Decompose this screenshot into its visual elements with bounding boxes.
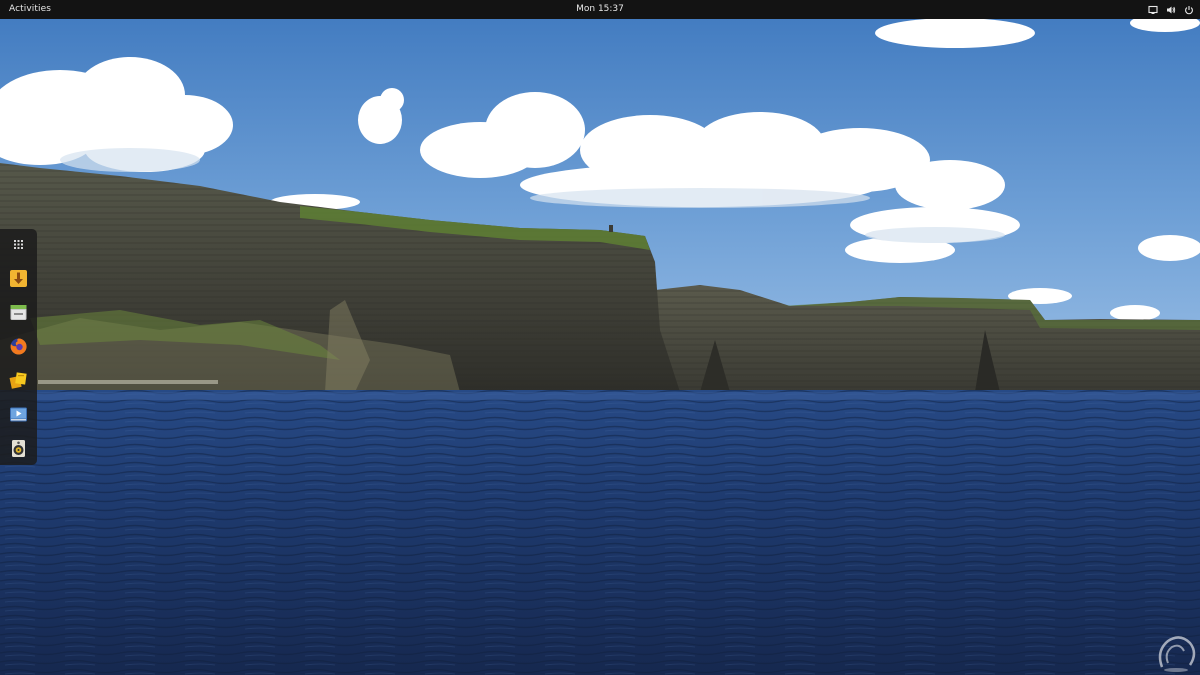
wallpaper-cliffs-of-moher xyxy=(0,0,1200,675)
video-player-icon xyxy=(10,407,27,422)
top-bar: Activities Mon 15:37 xyxy=(0,0,1200,19)
clock-button[interactable]: Mon 15:37 xyxy=(576,4,624,14)
dash-dock xyxy=(0,229,37,465)
files-launcher[interactable] xyxy=(7,301,30,324)
desktop-wallpaper xyxy=(0,0,1200,675)
firefox-icon xyxy=(10,338,27,355)
system-tray[interactable] xyxy=(1148,0,1194,19)
video-player-launcher[interactable] xyxy=(7,403,30,426)
download-icon xyxy=(10,270,27,287)
office-launcher[interactable] xyxy=(7,369,30,392)
activities-button[interactable]: Activities xyxy=(9,0,51,19)
screen-icon[interactable] xyxy=(1148,5,1158,15)
power-icon[interactable] xyxy=(1184,5,1194,15)
app-grid-icon xyxy=(14,240,23,249)
firefox-launcher[interactable] xyxy=(7,335,30,358)
obriens-tower xyxy=(609,225,613,232)
clock: Mon 15:37 xyxy=(0,0,1200,19)
speaker-icon xyxy=(12,440,25,457)
watermark-logo-icon xyxy=(1158,636,1196,672)
file-manager-icon xyxy=(10,305,27,320)
volume-icon[interactable] xyxy=(1166,5,1176,15)
downloader-launcher[interactable] xyxy=(7,267,30,290)
show-apps-button[interactable] xyxy=(7,233,30,256)
speaker-launcher[interactable] xyxy=(7,437,30,460)
office-icon xyxy=(9,372,27,389)
